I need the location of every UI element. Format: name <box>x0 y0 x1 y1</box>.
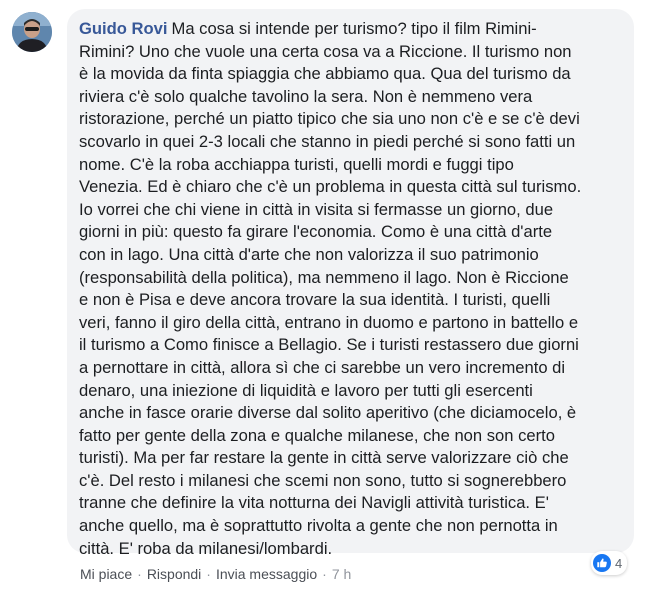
reply-link[interactable]: Rispondi <box>147 566 201 582</box>
comment-line: nome. C'è la roba acchiappa turisti, que… <box>79 154 514 174</box>
comment-line: Rimini? Uno che vuole una certa cosa va … <box>79 41 572 61</box>
timestamp[interactable]: 7 h <box>332 566 351 582</box>
comment-line: fatto per gente della zona e qualche mil… <box>79 425 556 445</box>
reactions-badge[interactable]: 4 <box>591 551 628 575</box>
comment-line: tranne che definire la vita notturna dei… <box>79 493 549 513</box>
comment-line: Io vorrei che chi viene in città in visi… <box>79 199 554 219</box>
comment-line: turisti). Ma per far restare la gente in… <box>79 448 569 468</box>
separator-dot: · <box>322 566 327 582</box>
comment-line: ristorazione, perché un piatto tipico ch… <box>79 109 580 129</box>
comment-bubble: Guido Rovi Ma cosa si intende per turismo… <box>67 9 634 558</box>
comment-body: Guido Rovi Ma cosa si intende per turismo… <box>79 18 622 560</box>
comment-line: e non è Pisa e deve ancora trovare la su… <box>79 290 551 310</box>
comment-line: giorni in più: questo fa girare l'econom… <box>79 222 553 242</box>
avatar-photo <box>12 12 52 52</box>
comment: Guido Rovi Ma cosa si intende per turismo… <box>0 0 646 596</box>
comment-line: anche quello, ma è soprattutto rivolta a… <box>79 516 558 536</box>
comment-line: città. E' roba da milanesi/lombardi. <box>79 538 333 558</box>
separator-dot: · <box>137 566 142 582</box>
reaction-count: 4 <box>615 555 623 571</box>
comment-line: scovarlo in quei 2-3 locali che stanno i… <box>79 131 576 151</box>
like-thumb-icon <box>593 554 611 572</box>
like-link[interactable]: Mi piace <box>80 566 132 582</box>
comment-line: con in lago. Una città d'arte che non va… <box>79 244 539 264</box>
comment-line: (responsabilità della politica), ma nemm… <box>79 267 569 287</box>
comment-line: a pernottare in città, allora sì che ci … <box>79 357 566 377</box>
comment-line: il turismo a Como finisce a Bellagio. Se… <box>79 335 579 355</box>
comment-line: Venezia. Ed è chiaro che c'è un problema… <box>79 177 582 197</box>
separator-dot: · <box>206 566 211 582</box>
comment-line: c'è. Del resto i milanesi che scemi non … <box>79 470 567 490</box>
comment-line: riviera c'è solo qualche tavolino la ser… <box>79 86 533 106</box>
comment-author[interactable]: Guido Rovi <box>79 19 168 38</box>
comment-line: denaro, una iniezione di liquidità e lav… <box>79 380 533 400</box>
comment-line: Ma cosa si intende per turismo? tipo il … <box>171 19 537 38</box>
send-message-link[interactable]: Invia messaggio <box>216 566 317 582</box>
comment-actions: Mi piace · Rispondi · Invia messaggio · … <box>80 566 351 582</box>
comment-line: veri, fanno il giro della città, entrano… <box>79 312 579 332</box>
comment-line: è la movida da finta spiaggia che abbiam… <box>79 64 571 84</box>
avatar[interactable] <box>12 12 52 52</box>
comment-line: anche in fasce orarie diverse dal solito… <box>79 403 577 423</box>
